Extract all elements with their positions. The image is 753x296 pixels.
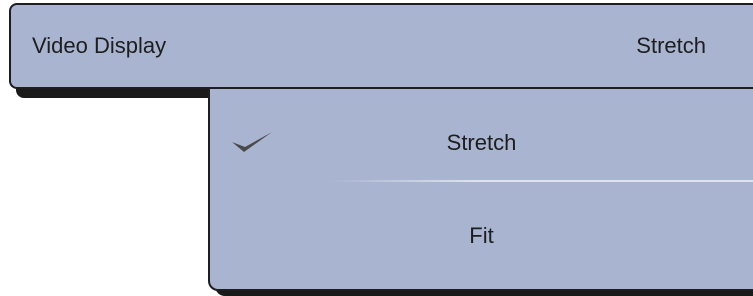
video-display-options-menu: Stretch Fit xyxy=(208,89,753,291)
setting-current-value: Stretch xyxy=(636,33,706,58)
option-fit-label: Fit xyxy=(469,223,494,248)
video-display-setting-row[interactable]: Video Display Stretch xyxy=(9,3,753,89)
option-stretch-label: Stretch xyxy=(446,130,517,155)
option-stretch[interactable]: Stretch xyxy=(210,111,753,175)
option-divider xyxy=(330,180,753,182)
checkmark-icon xyxy=(232,132,272,152)
setting-label: Video Display xyxy=(32,33,167,58)
option-fit[interactable]: Fit xyxy=(210,204,753,268)
